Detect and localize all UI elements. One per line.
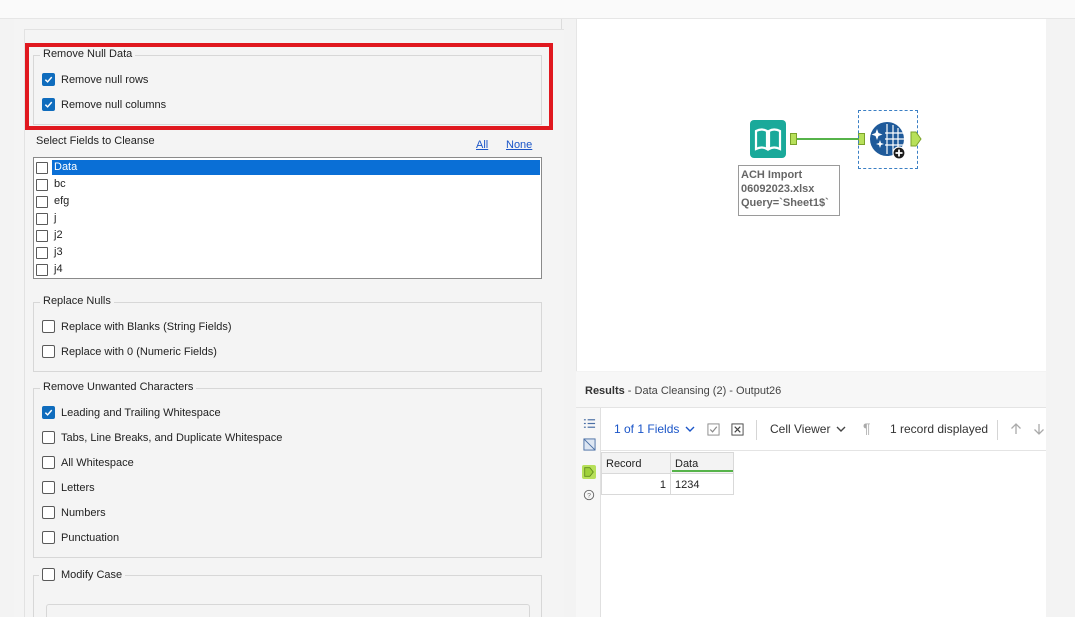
annotation-line-2: 06092023.xlsx: [741, 183, 815, 195]
letters-label: Letters: [61, 481, 95, 494]
anchor-output-icon[interactable]: [582, 465, 596, 479]
output-anchor-2[interactable]: [910, 131, 922, 147]
annotation-line-3: Query=`Sheet1$`: [741, 197, 829, 209]
checkbox-icon[interactable]: [36, 263, 48, 276]
field-item-j2[interactable]: j2: [36, 227, 541, 244]
pilcrow-icon[interactable]: ¶: [863, 420, 871, 436]
arrow-down-icon[interactable]: [1033, 423, 1045, 435]
replace-blanks-label: Replace with Blanks (String Fields): [61, 320, 232, 333]
field-list[interactable]: Data bc efg j j2 j3 j4: [33, 157, 542, 279]
results-toolbar: 1 of 1 Fields Cell Viewer ¶ 1 record dis…: [601, 408, 1046, 451]
replace-zero-checkbox[interactable]: Replace with 0 (Numeric Fields): [42, 345, 217, 358]
red-highlight-annotation: [25, 43, 553, 130]
output-anchor[interactable]: [790, 133, 797, 145]
tabs-linebreaks-label: Tabs, Line Breaks, and Duplicate Whitesp…: [61, 431, 283, 444]
letters-checkbox[interactable]: Letters: [42, 481, 95, 494]
checkbox-icon[interactable]: [42, 431, 55, 444]
data-cleansing-tool-icon[interactable]: [867, 120, 907, 160]
checkbox-icon[interactable]: [36, 195, 48, 208]
table-cell-record[interactable]: 1: [601, 473, 671, 495]
toolbar-separator: [997, 420, 998, 440]
fields-selector-dropdown[interactable]: 1 of 1 Fields: [614, 422, 695, 436]
checkbox-icon[interactable]: [36, 212, 48, 225]
help-icon[interactable]: ?: [582, 488, 596, 502]
checkbox-icon[interactable]: [42, 531, 55, 544]
column-header-underline: [672, 470, 733, 472]
replace-zero-label: Replace with 0 (Numeric Fields): [61, 345, 217, 358]
unwanted-chars-group: Remove Unwanted Characters Leading and T…: [33, 381, 542, 558]
checkbox-icon[interactable]: [42, 568, 55, 581]
list-icon[interactable]: [582, 416, 596, 430]
field-name: efg: [54, 195, 70, 207]
connection-line[interactable]: [794, 138, 858, 140]
checkbox-icon[interactable]: [36, 178, 48, 191]
field-item-efg[interactable]: efg: [36, 193, 541, 210]
all-whitespace-label: All Whitespace: [61, 456, 134, 469]
select-none-link[interactable]: None: [506, 139, 532, 151]
tabs-linebreaks-checkbox[interactable]: Tabs, Line Breaks, and Duplicate Whitesp…: [42, 431, 282, 444]
field-name: Data: [52, 160, 540, 175]
leading-trailing-label: Leading and Trailing Whitespace: [61, 406, 221, 419]
numbers-checkbox[interactable]: Numbers: [42, 506, 106, 519]
field-item-data[interactable]: Data: [36, 159, 541, 176]
record-count: 1 record displayed: [890, 422, 989, 436]
select-fields-label: Select Fields to Cleanse: [36, 135, 155, 147]
field-item-j4[interactable]: j4: [36, 261, 541, 278]
results-subtitle: - Data Cleansing (2) - Output26: [624, 385, 782, 397]
checkbox-icon[interactable]: [36, 229, 48, 242]
field-name: j4: [54, 263, 63, 275]
all-whitespace-checkbox[interactable]: All Whitespace: [42, 456, 134, 469]
checkbox-icon[interactable]: [36, 246, 48, 259]
input-tool-annotation: ACH Import 06092023.xlsx Query=`Sheet1$`: [738, 165, 840, 216]
results-sidebar: ?: [576, 408, 601, 617]
checkbox-icon[interactable]: [36, 161, 48, 174]
results-title: Results: [585, 385, 625, 397]
field-name: j: [54, 212, 57, 224]
modify-case-checkbox[interactable]: Modify Case: [39, 568, 126, 581]
checkbox-icon[interactable]: [42, 345, 55, 358]
field-name: j2: [54, 229, 63, 241]
input-data-tool-icon[interactable]: [750, 120, 786, 158]
select-all-link[interactable]: All: [476, 139, 488, 151]
checkbox-icon[interactable]: [42, 506, 55, 519]
table-cell-data[interactable]: 1234: [670, 473, 734, 495]
clear-fields-icon[interactable]: [731, 423, 744, 436]
svg-text:?: ?: [587, 493, 591, 500]
chevron-down-icon: [685, 426, 695, 432]
punctuation-checkbox[interactable]: Punctuation: [42, 531, 119, 544]
column-header-record[interactable]: Record: [601, 452, 671, 474]
check-fields-icon[interactable]: [707, 423, 720, 436]
right-edge-gutter: [1046, 19, 1075, 617]
modify-case-inner-box: [46, 604, 530, 617]
field-name: j3: [54, 246, 63, 258]
field-item-j[interactable]: j: [36, 210, 541, 227]
fields-selector-label: 1 of 1 Fields: [614, 422, 680, 436]
table-view-icon[interactable]: [582, 437, 596, 451]
punctuation-label: Punctuation: [61, 531, 120, 544]
top-strip: [0, 0, 1075, 19]
annotation-line-1: ACH Import: [741, 169, 803, 181]
field-name: bc: [54, 178, 66, 190]
chevron-down-icon: [836, 426, 846, 432]
arrow-up-icon[interactable]: [1010, 423, 1022, 435]
toolbar-separator: [756, 420, 757, 440]
leading-trailing-checkbox[interactable]: Leading and Trailing Whitespace: [42, 406, 221, 419]
field-item-j3[interactable]: j3: [36, 244, 541, 261]
modify-case-group: Modify Case: [33, 568, 542, 617]
checkbox-icon[interactable]: [42, 320, 55, 333]
checkbox-icon[interactable]: [42, 456, 55, 469]
unwanted-chars-title: Remove Unwanted Characters: [40, 381, 197, 393]
cell-viewer-dropdown[interactable]: Cell Viewer: [770, 422, 846, 436]
checkbox-icon[interactable]: [42, 481, 55, 494]
results-header: Results - Data Cleansing (2) - Output26: [576, 372, 1046, 408]
checkbox-checked-icon[interactable]: [42, 406, 55, 419]
replace-nulls-group: Replace Nulls Replace with Blanks (Strin…: [33, 295, 542, 372]
cell-viewer-label: Cell Viewer: [770, 422, 831, 436]
replace-blanks-checkbox[interactable]: Replace with Blanks (String Fields): [42, 320, 232, 333]
replace-nulls-title: Replace Nulls: [40, 295, 114, 307]
modify-case-label: Modify Case: [61, 568, 123, 581]
numbers-label: Numbers: [61, 506, 106, 519]
field-item-bc[interactable]: bc: [36, 176, 541, 193]
